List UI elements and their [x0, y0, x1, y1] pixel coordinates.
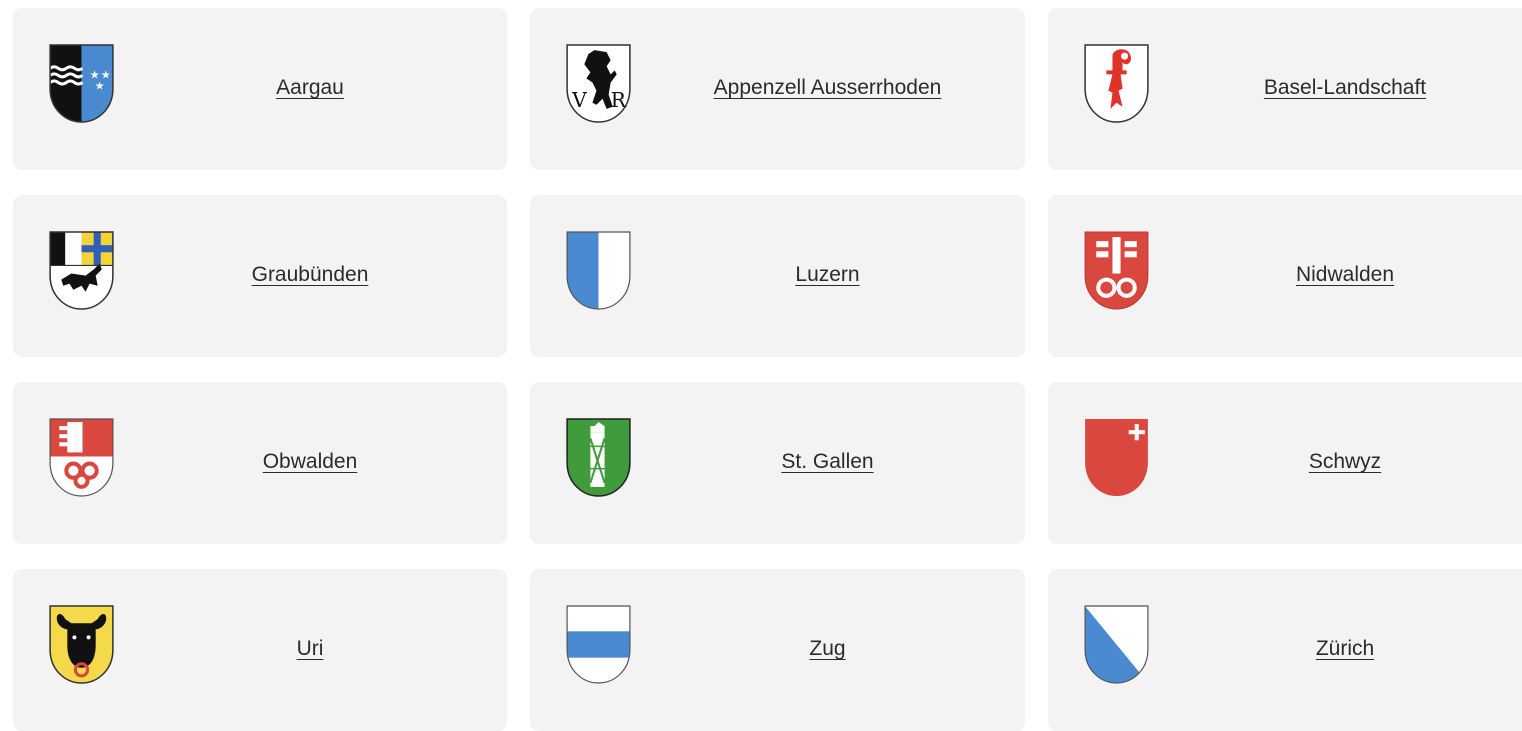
- canton-card-st-gallen[interactable]: St. Gallen: [530, 382, 1025, 544]
- schwyz-crest-icon: [1084, 418, 1149, 497]
- nidwalden-crest-icon: [1084, 231, 1149, 310]
- canton-link-uri[interactable]: Uri: [113, 637, 507, 661]
- canton-link-obwalden[interactable]: Obwalden: [113, 450, 507, 474]
- graubuenden-crest-icon: [49, 231, 114, 310]
- canton-card-appenzell-ausserrhoden[interactable]: V R Appenzell Ausserrhoden: [530, 8, 1025, 170]
- svg-text:★: ★: [95, 80, 105, 93]
- appenzell-ausserrhoden-crest-icon: V R: [566, 44, 631, 123]
- canton-card-nidwalden[interactable]: Nidwalden: [1048, 195, 1522, 357]
- zuerich-crest-icon: [1084, 605, 1149, 684]
- basel-landschaft-crest-icon: [1084, 44, 1149, 123]
- canton-card-basel-landschaft[interactable]: Basel-Landschaft: [1048, 8, 1522, 170]
- zug-crest-icon: [566, 605, 631, 684]
- canton-card-zug[interactable]: Zug: [530, 569, 1025, 731]
- svg-text:V: V: [571, 88, 587, 112]
- canton-card-obwalden[interactable]: Obwalden: [13, 382, 507, 544]
- canton-card-zuerich[interactable]: Zürich: [1048, 569, 1522, 731]
- canton-link-nidwalden[interactable]: Nidwalden: [1148, 263, 1522, 287]
- canton-card-luzern[interactable]: Luzern: [530, 195, 1025, 357]
- canton-link-zug[interactable]: Zug: [630, 637, 1025, 661]
- aargau-crest-icon: ★ ★ ★: [49, 44, 114, 123]
- canton-link-appenzell-ausserrhoden[interactable]: Appenzell Ausserrhoden: [630, 76, 1025, 100]
- canton-link-schwyz[interactable]: Schwyz: [1148, 450, 1522, 474]
- canton-link-luzern[interactable]: Luzern: [630, 263, 1025, 287]
- luzern-crest-icon: [566, 231, 631, 310]
- canton-link-zuerich[interactable]: Zürich: [1148, 637, 1522, 661]
- uri-crest-icon: [49, 605, 114, 684]
- st-gallen-crest-icon: [566, 418, 631, 497]
- canton-grid: ★ ★ ★ Aargau V R Appenzell Ausserrhoden: [13, 8, 1522, 731]
- canton-link-st-gallen[interactable]: St. Gallen: [630, 450, 1025, 474]
- canton-card-uri[interactable]: Uri: [13, 569, 507, 731]
- canton-link-aargau[interactable]: Aargau: [113, 76, 507, 100]
- obwalden-crest-icon: [49, 418, 114, 497]
- canton-link-graubuenden[interactable]: Graubünden: [113, 263, 507, 287]
- svg-text:R: R: [611, 88, 627, 112]
- canton-card-aargau[interactable]: ★ ★ ★ Aargau: [13, 8, 507, 170]
- canton-card-schwyz[interactable]: Schwyz: [1048, 382, 1522, 544]
- canton-card-graubuenden[interactable]: Graubünden: [13, 195, 507, 357]
- canton-link-basel-landschaft[interactable]: Basel-Landschaft: [1148, 76, 1522, 100]
